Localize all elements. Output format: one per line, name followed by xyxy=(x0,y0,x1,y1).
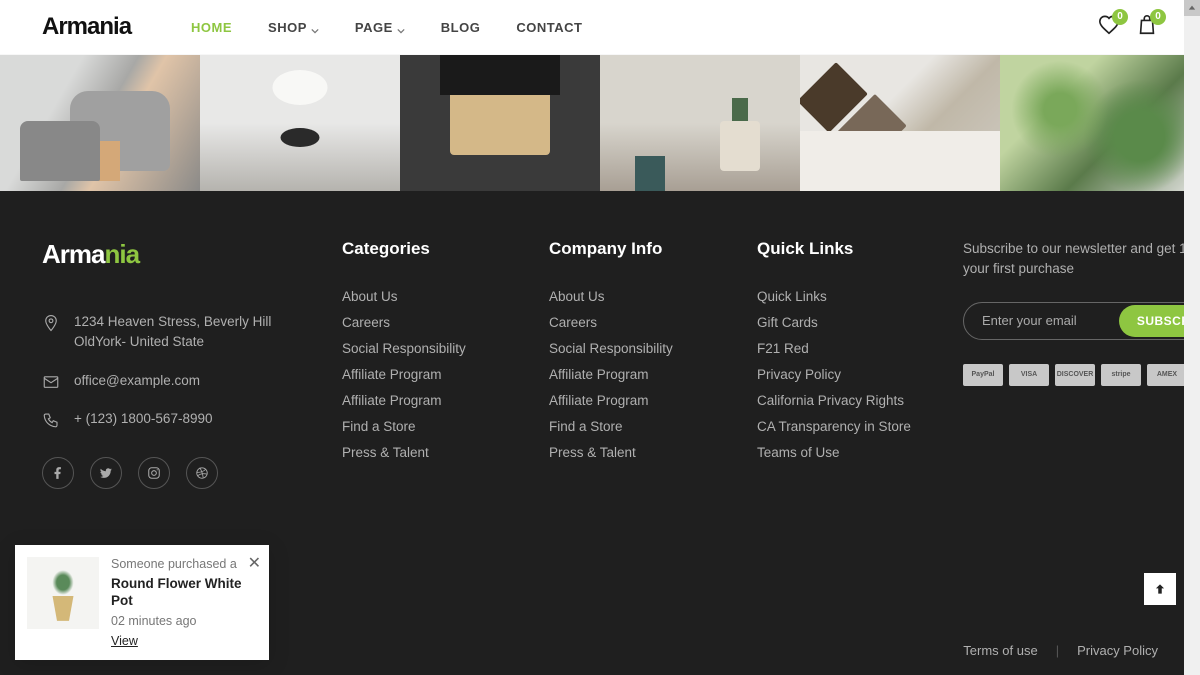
footer-link[interactable]: Privacy Policy xyxy=(757,367,943,382)
footer-link[interactable]: CA Transparency in Store xyxy=(757,419,943,434)
footer-link[interactable]: Press & Talent xyxy=(342,445,529,460)
phone-icon xyxy=(42,411,60,429)
wishlist-badge: 0 xyxy=(1112,9,1128,25)
scrollbar-up-icon[interactable] xyxy=(1184,0,1200,16)
popup-time: 02 minutes ago xyxy=(111,614,257,628)
gallery-item[interactable] xyxy=(1000,55,1200,191)
footer-link[interactable]: About Us xyxy=(342,289,529,304)
popup-lead: Someone purchased a xyxy=(111,557,257,571)
payment-visa: VISA xyxy=(1009,364,1049,386)
chevron-down-icon xyxy=(311,23,319,31)
address: 1234 Heaven Stress, Beverly Hill OldYork… xyxy=(42,312,322,353)
payment-amex: AMEX xyxy=(1147,364,1187,386)
payment-paypal: PayPal xyxy=(963,364,1003,386)
nav-blog[interactable]: BLOG xyxy=(441,20,481,35)
footer-link[interactable]: Affiliate Program xyxy=(549,393,737,408)
footer-link[interactable]: Careers xyxy=(342,315,529,330)
main-nav: HOME SHOP PAGE BLOG CONTACT xyxy=(191,20,582,35)
footer-link[interactable]: Find a Store xyxy=(549,419,737,434)
footer-link[interactable]: Gift Cards xyxy=(757,315,943,330)
gallery-item[interactable] xyxy=(0,55,200,191)
terms-link[interactable]: Terms of use xyxy=(963,643,1037,658)
footer-link[interactable]: Social Responsibility xyxy=(342,341,529,356)
twitter-icon[interactable] xyxy=(90,457,122,489)
scroll-top-button[interactable] xyxy=(1144,573,1176,605)
nav-contact[interactable]: CONTACT xyxy=(516,20,582,35)
chevron-down-icon xyxy=(397,23,405,31)
payment-discover: DISCOVER xyxy=(1055,364,1095,386)
privacy-link[interactable]: Privacy Policy xyxy=(1077,643,1158,658)
footer-link[interactable]: Affiliate Program xyxy=(342,367,529,382)
popup-product-image[interactable] xyxy=(27,557,99,629)
arrow-up-icon xyxy=(1153,582,1167,596)
instagram-icon[interactable] xyxy=(138,457,170,489)
popup-product-title[interactable]: Round Flower White Pot xyxy=(111,575,257,610)
footer-link[interactable]: California Privacy Rights xyxy=(757,393,943,408)
email: office@example.com xyxy=(42,371,322,391)
subscribe-form: SUBSCRIBE xyxy=(963,302,1200,340)
purchase-popup: Someone purchased a Round Flower White P… xyxy=(15,545,269,660)
gallery-item[interactable] xyxy=(600,55,800,191)
footer-link[interactable]: Affiliate Program xyxy=(342,393,529,408)
footer-link[interactable]: Press & Talent xyxy=(549,445,737,460)
gallery-item[interactable] xyxy=(800,55,1000,191)
nav-page[interactable]: PAGE xyxy=(355,20,405,35)
col-title: Quick Links xyxy=(757,239,943,259)
popup-view-link[interactable]: View xyxy=(111,634,138,648)
mail-icon xyxy=(42,373,60,391)
phone: + (123) 1800-567-8990 xyxy=(42,409,322,429)
nav-home[interactable]: HOME xyxy=(191,20,232,35)
cart-button[interactable]: 0 xyxy=(1136,14,1158,41)
instagram-gallery xyxy=(0,55,1200,191)
logo[interactable]: Armania xyxy=(42,13,131,41)
nav-shop[interactable]: SHOP xyxy=(268,20,319,35)
footer-link[interactable]: Social Responsibility xyxy=(549,341,737,356)
footer-link[interactable]: Find a Store xyxy=(342,419,529,434)
close-icon[interactable]: ✕ xyxy=(248,553,261,573)
dribbble-icon[interactable] xyxy=(186,457,218,489)
facebook-icon[interactable] xyxy=(42,457,74,489)
cart-badge: 0 xyxy=(1150,9,1166,25)
footer-link[interactable]: Quick Links xyxy=(757,289,943,304)
wishlist-button[interactable]: 0 xyxy=(1098,14,1120,41)
col-title: Categories xyxy=(342,239,529,259)
footer-link[interactable]: About Us xyxy=(549,289,737,304)
payment-methods: PayPal VISA DISCOVER stripe AMEX MC xyxy=(963,364,1200,386)
footer-link[interactable]: Teams of Use xyxy=(757,445,943,460)
col-title: Company Info xyxy=(549,239,737,259)
gallery-item[interactable] xyxy=(400,55,600,191)
footer-logo[interactable]: Armania xyxy=(42,239,322,270)
footer-link[interactable]: Careers xyxy=(549,315,737,330)
payment-stripe: stripe xyxy=(1101,364,1141,386)
footer-link[interactable]: F21 Red xyxy=(757,341,943,356)
subscribe-text: Subscribe to our newsletter and get 10% … xyxy=(963,239,1200,280)
footer-link[interactable]: Affiliate Program xyxy=(549,367,737,382)
gallery-item[interactable] xyxy=(200,55,400,191)
pin-icon xyxy=(42,314,60,332)
scrollbar[interactable] xyxy=(1184,0,1200,675)
